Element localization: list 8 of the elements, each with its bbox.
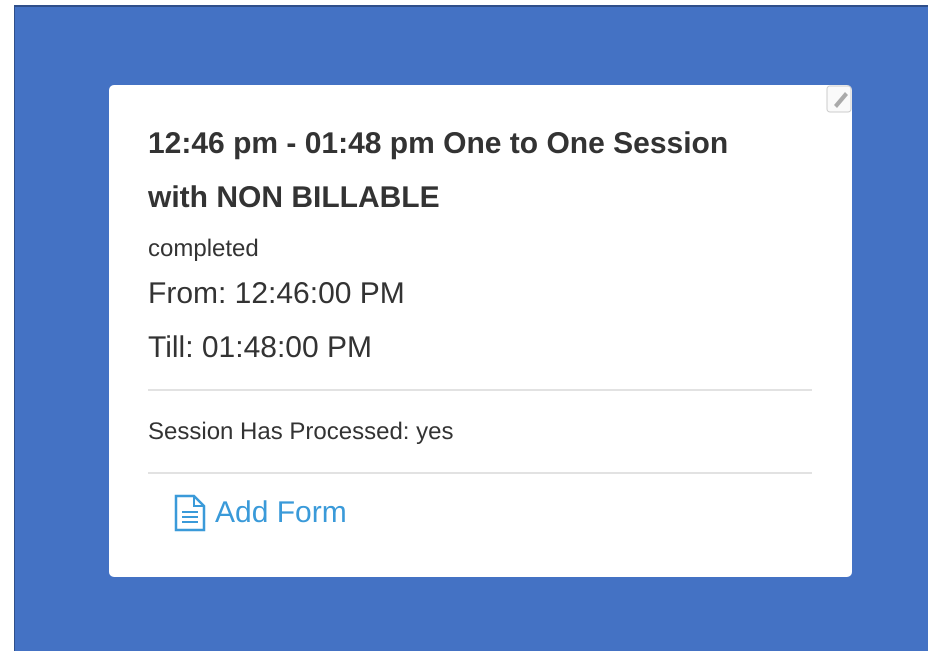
event-title: 12:46 pm - 01:48 pm One to One Session with NON BILLABLE [148, 126, 730, 216]
status-text: completed [148, 234, 260, 264]
pencil-icon[interactable] [826, 85, 852, 113]
processed-text: Session Has Processed: yes [148, 417, 454, 447]
from-time: From: 12:46:00 PM [148, 276, 406, 312]
add-form-link[interactable]: Add Form [173, 494, 347, 532]
till-time: Till: 01:48:00 PM [148, 330, 373, 366]
document-icon [173, 494, 207, 532]
